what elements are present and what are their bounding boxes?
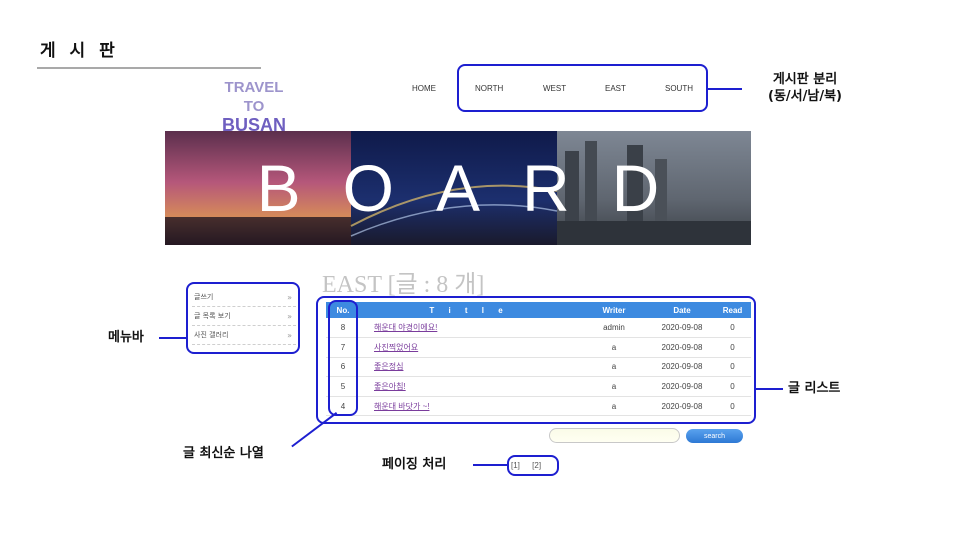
annotation-menubar: 메뉴바 <box>108 330 144 345</box>
board-title: EAST [글 : 8 개] <box>322 272 485 298</box>
callout-board-split <box>457 64 708 112</box>
callout-paging <box>507 455 559 476</box>
annotation-post-list: 글 리스트 <box>788 381 841 396</box>
annotation-line-2: (동/서/남/북) <box>768 89 842 104</box>
annotation-latest-order: 글 최신순 나열 <box>183 446 264 461</box>
connector-line <box>159 337 186 339</box>
connector-line <box>756 388 783 390</box>
search-button[interactable]: search <box>686 429 743 443</box>
callout-number-column <box>328 300 358 416</box>
annotation-paging: 페이징 처리 <box>382 457 447 472</box>
logo-line-1: TRAVEL TO <box>224 79 284 115</box>
title-divider <box>37 67 261 69</box>
connector-line <box>291 412 338 448</box>
slide-title: 게 시 판 <box>40 41 119 61</box>
banner-text: BOARD <box>256 151 702 225</box>
site-logo[interactable]: TRAVEL TO BUSAN <box>216 78 292 135</box>
search-input[interactable] <box>549 428 680 443</box>
callout-post-list <box>316 296 756 424</box>
callout-menubar <box>186 282 300 354</box>
annotation-line-1: 게시판 분리 <box>772 72 838 87</box>
connector-line <box>473 464 507 466</box>
connector-line <box>708 88 742 90</box>
nav-home[interactable]: HOME <box>412 84 436 93</box>
annotation-board-split: 게시판 분리 (동/서/남/북) <box>752 71 858 105</box>
board-banner: BOARD <box>165 131 751 245</box>
